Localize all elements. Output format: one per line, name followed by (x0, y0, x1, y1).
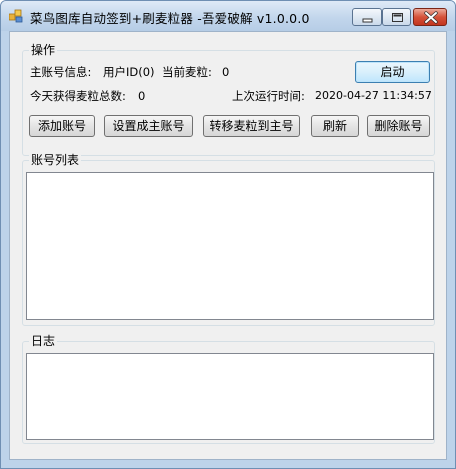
minimize-icon (362, 18, 373, 23)
set-main-account-button[interactable]: 设置成主账号 (104, 115, 193, 137)
log-textbox[interactable] (26, 353, 434, 440)
maximize-button[interactable] (382, 8, 411, 26)
close-button[interactable] (413, 8, 447, 26)
close-icon (424, 11, 438, 24)
current-grain-label: 当前麦粒: (162, 65, 212, 79)
delete-account-button[interactable]: 删除账号 (367, 115, 430, 137)
minimize-button[interactable] (352, 8, 382, 26)
today-total-label: 今天获得麦粒总数: (30, 89, 126, 103)
today-total-value: 0 (138, 89, 146, 103)
accounts-list[interactable] (26, 172, 434, 320)
app-icon (8, 9, 23, 23)
ops-group-label: 操作 (29, 43, 58, 57)
add-account-button[interactable]: 添加账号 (29, 115, 95, 137)
log-group-label: 日志 (29, 334, 58, 348)
accounts-group-label: 账号列表 (29, 153, 82, 167)
client-area: 操作 主账号信息: 用户ID(0) 当前麦粒: 0 启动 今天获得麦粒总数: 0… (9, 31, 447, 460)
start-button[interactable]: 启动 (355, 61, 430, 83)
maximize-icon (392, 13, 403, 22)
window-title: 菜鸟图库自动签到+刷麦粒器 -吾爱破解 v1.0.0.0 (30, 11, 310, 26)
last-run-label: 上次运行时间: (232, 89, 305, 103)
refresh-button[interactable]: 刷新 (311, 115, 359, 137)
current-grain-value: 0 (222, 65, 230, 79)
main-account-label: 主账号信息: (30, 65, 92, 79)
transfer-grain-button[interactable]: 转移麦粒到主号 (203, 115, 300, 137)
title-bar[interactable]: 菜鸟图库自动签到+刷麦粒器 -吾爱破解 v1.0.0.0 (1, 1, 455, 31)
user-id-text: 用户ID(0) (103, 65, 155, 79)
last-run-value: 2020-04-27 11:34:57 (315, 89, 432, 102)
app-window: 菜鸟图库自动签到+刷麦粒器 -吾爱破解 v1.0.0.0 操作 主账号信息: 用… (0, 0, 456, 469)
